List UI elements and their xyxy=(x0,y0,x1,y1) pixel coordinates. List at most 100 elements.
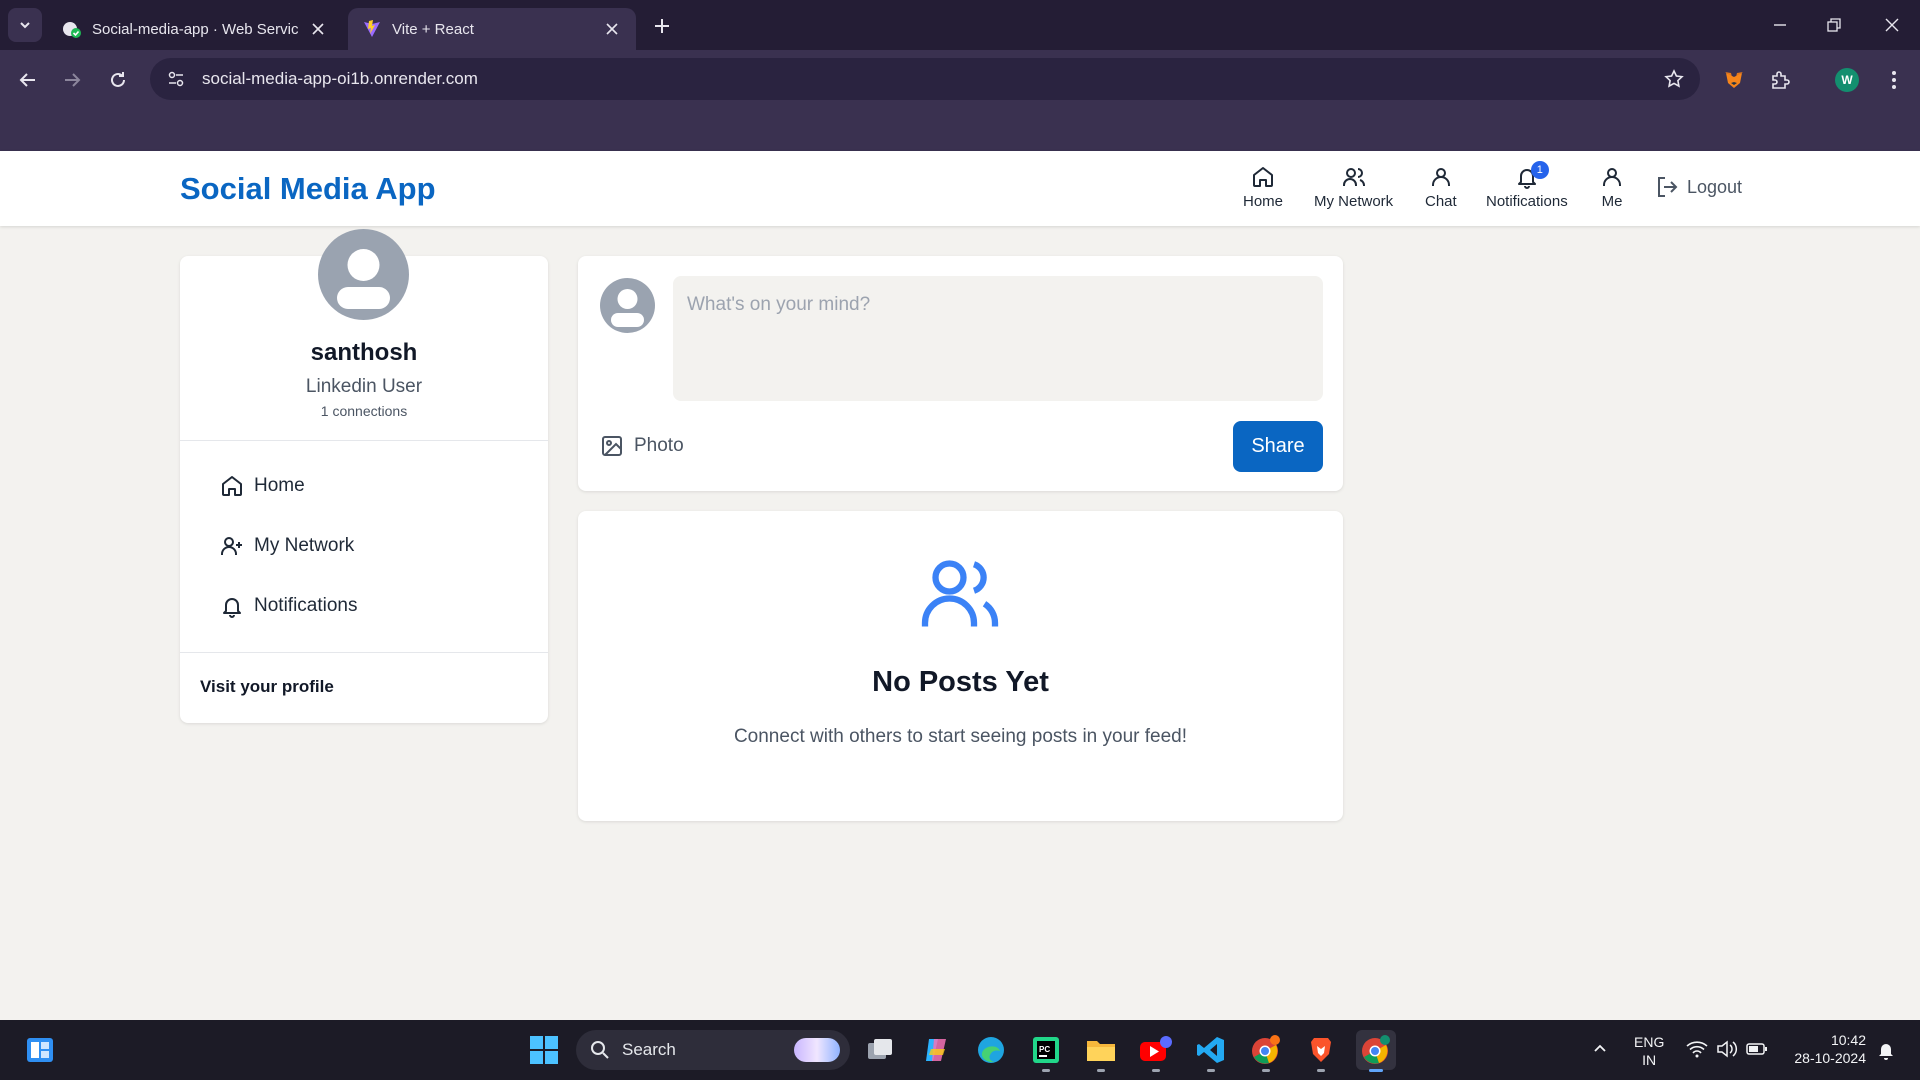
widgets-button[interactable] xyxy=(20,1030,60,1070)
copilot-app[interactable] xyxy=(916,1030,956,1070)
nav-me[interactable]: Me xyxy=(1600,165,1624,210)
close-tab-icon[interactable] xyxy=(602,19,622,39)
post-composer: Photo Share xyxy=(578,256,1343,491)
share-button[interactable]: Share xyxy=(1233,421,1323,472)
copilot-icon xyxy=(926,1039,946,1061)
metamask-extension-icon[interactable] xyxy=(1716,62,1752,98)
browser-tab-vite[interactable]: Vite + React xyxy=(348,8,636,50)
url-text: social-media-app-oi1b.onrender.com xyxy=(202,69,478,88)
nav-notifications[interactable]: 1 Notifications xyxy=(1486,161,1568,210)
running-indicator xyxy=(1097,1069,1105,1072)
chrome-icon xyxy=(1362,1035,1390,1064)
address-bar[interactable]: social-media-app-oi1b.onrender.com xyxy=(150,58,1700,100)
profile-name: santhosh xyxy=(310,339,418,366)
bookmark-star-icon[interactable] xyxy=(1664,69,1684,94)
edge-icon xyxy=(978,1037,1004,1063)
profile-avatar[interactable]: W xyxy=(1829,62,1865,98)
arrow-left-icon xyxy=(19,73,35,87)
sidebar-item-label: Home xyxy=(254,475,305,496)
post-input[interactable] xyxy=(673,276,1323,401)
clock-date: 28-10-2024 xyxy=(1794,1050,1866,1066)
avatar xyxy=(600,278,655,333)
file-explorer-app[interactable] xyxy=(1081,1030,1121,1072)
tab-title: Social-media-app · Web Servic xyxy=(92,20,299,38)
browser-menu-icon[interactable] xyxy=(1876,62,1912,98)
notification-center-icon[interactable] xyxy=(1876,1040,1896,1065)
tab-title: Vite + React xyxy=(392,20,474,38)
logout-label: Logout xyxy=(1687,176,1743,197)
app-header: Social Media App Home My Network Chat 1 … xyxy=(0,151,1920,226)
running-indicator xyxy=(1042,1069,1050,1072)
close-window-button[interactable] xyxy=(1864,0,1920,50)
close-tab-icon[interactable] xyxy=(308,19,328,39)
sidebar-item-home[interactable]: Home xyxy=(220,474,305,498)
avatar[interactable] xyxy=(318,229,409,320)
wifi-icon[interactable] xyxy=(1686,1040,1708,1063)
sidebar-item-my-network[interactable]: My Network xyxy=(220,534,354,558)
back-button[interactable] xyxy=(10,62,46,98)
task-view-button[interactable] xyxy=(860,1030,900,1070)
battery-icon[interactable] xyxy=(1746,1040,1768,1063)
photo-button[interactable]: Photo xyxy=(600,434,684,458)
chrome-icon xyxy=(1252,1035,1280,1064)
task-view-icon xyxy=(868,1039,892,1059)
show-hidden-icons-button[interactable] xyxy=(1592,1040,1608,1061)
youtube-app[interactable] xyxy=(1136,1030,1176,1072)
browser-tab-render[interactable]: Social-media-app · Web Servic xyxy=(48,8,342,50)
language-indicator[interactable]: ENG IN xyxy=(1634,1033,1664,1069)
logout-icon xyxy=(1658,177,1678,197)
windows-logo-icon xyxy=(530,1036,558,1064)
divider xyxy=(180,440,548,441)
running-indicator xyxy=(1207,1069,1215,1072)
arrow-right-icon xyxy=(65,73,81,87)
minimize-window-button[interactable] xyxy=(1752,0,1808,50)
nav-label: Chat xyxy=(1425,193,1457,210)
bell-icon xyxy=(223,598,241,618)
forward-button[interactable] xyxy=(54,62,90,98)
users-icon xyxy=(921,560,999,627)
home-icon xyxy=(1253,167,1273,187)
clock[interactable]: 10:42 28-10-2024 xyxy=(1782,1031,1866,1067)
restore-icon xyxy=(1827,18,1841,32)
render-favicon-icon xyxy=(63,22,81,38)
vscode-app[interactable] xyxy=(1191,1030,1231,1072)
youtube-icon xyxy=(1140,1036,1172,1061)
user-icon xyxy=(1603,168,1621,186)
brave-app[interactable] xyxy=(1301,1030,1341,1072)
app-brand[interactable]: Social Media App xyxy=(180,171,436,207)
profile-card: santhosh Linkedin User 1 connections Hom… xyxy=(180,229,548,723)
user-icon xyxy=(1431,168,1450,186)
divider xyxy=(180,652,548,653)
chrome-profile-app-active[interactable] xyxy=(1356,1030,1396,1072)
browser-tab-strip: Social-media-app · Web Servic Vite + Rea… xyxy=(0,0,1920,50)
new-tab-button[interactable] xyxy=(648,12,676,40)
default-avatar-icon xyxy=(337,249,390,309)
sidebar-item-label: Notifications xyxy=(254,595,358,616)
windows-taskbar: Search PC ENG IN 10:42 28-10-2024 xyxy=(0,1020,1920,1080)
volume-icon[interactable] xyxy=(1716,1040,1738,1063)
start-button[interactable] xyxy=(524,1030,564,1070)
logout-button[interactable]: Logout xyxy=(1655,175,1742,199)
widgets-icon xyxy=(27,1038,53,1062)
reload-button[interactable] xyxy=(100,62,136,98)
empty-feed-subtitle: Connect with others to start seeing post… xyxy=(733,726,1188,747)
site-info-icon[interactable] xyxy=(156,70,196,88)
nav-home[interactable]: Home xyxy=(1243,165,1283,210)
vite-favicon-icon xyxy=(364,20,380,37)
folder-icon xyxy=(1087,1041,1115,1061)
restore-window-button[interactable] xyxy=(1806,0,1862,50)
profile-connections: 1 connections xyxy=(320,403,408,419)
visit-profile-link[interactable]: Visit your profile xyxy=(200,677,334,697)
running-indicator xyxy=(1152,1069,1160,1072)
notification-badge: 1 xyxy=(1530,161,1549,179)
edge-app[interactable] xyxy=(971,1030,1011,1070)
chrome-app[interactable] xyxy=(1246,1030,1286,1072)
users-icon xyxy=(1342,168,1365,186)
nav-chat[interactable]: Chat xyxy=(1425,165,1457,210)
sidebar-item-notifications[interactable]: Notifications xyxy=(220,594,358,618)
taskbar-search[interactable]: Search xyxy=(576,1030,850,1070)
pycharm-app[interactable]: PC xyxy=(1026,1030,1066,1072)
tab-search-button[interactable] xyxy=(8,8,42,42)
extensions-puzzle-icon[interactable] xyxy=(1762,62,1798,98)
nav-my-network[interactable]: My Network xyxy=(1314,165,1393,210)
